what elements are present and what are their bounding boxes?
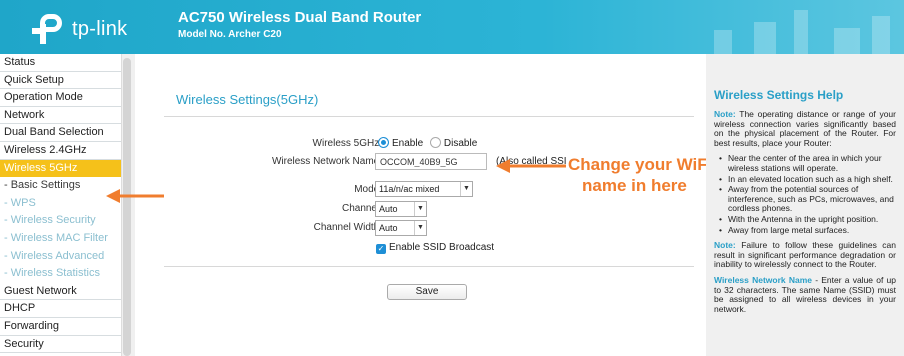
main-panel: Wireless Settings(5GHz) Wireless 5GHz: E… — [136, 54, 706, 356]
ssid-broadcast-row: ✓ Enable SSID Broadcast — [376, 242, 494, 254]
sidebar-item-security[interactable]: Security — [0, 336, 121, 354]
sidebar-item-dual-band-selection[interactable]: Dual Band Selection — [0, 124, 121, 142]
list-item: In an elevated location such as a high s… — [714, 174, 896, 185]
list-item: Away from large metal surfaces. — [714, 225, 896, 236]
sidebar-item-forwarding[interactable]: Forwarding — [0, 318, 121, 336]
channel-width-value: Auto — [379, 223, 398, 233]
enable-label: Enable — [392, 138, 424, 149]
annotation-text: Change your WiFi name in here — [568, 154, 712, 196]
sidebar-subitem-wps[interactable]: - WPS — [0, 195, 121, 213]
network-name-help-label: Wireless Network Name — [714, 274, 812, 285]
list-item: With the Antenna in the upright position… — [714, 214, 896, 225]
sidebar-item-wireless-24ghz[interactable]: Wireless 2.4GHz — [0, 142, 121, 160]
logo-text: tp-link — [72, 17, 128, 40]
header-decoration — [644, 0, 904, 54]
help-panel: Wireless Settings Help Note: The operati… — [706, 54, 904, 356]
chevron-down-icon: ▼ — [414, 202, 426, 216]
sidebar-item-guest-network[interactable]: Guest Network — [0, 283, 121, 301]
help-paragraph-2: Note: Failure to follow these guidelines… — [714, 240, 896, 270]
channel-value: Auto — [379, 204, 398, 214]
sidebar-subitem-wireless-statistics[interactable]: - Wireless Statistics — [0, 265, 121, 283]
header-bar: tp-link AC750 Wireless Dual Band Router … — [0, 0, 904, 54]
network-name-label: Wireless Network Name: — [271, 156, 382, 167]
list-item: Away from the potential sources of inter… — [714, 184, 896, 214]
channel-width-select[interactable]: Auto ▼ — [375, 220, 427, 236]
note-label: Note: — [714, 109, 736, 119]
sidebar-item-network[interactable]: Network — [0, 107, 121, 125]
divider-top — [164, 116, 694, 117]
help-paragraph-1: Note: The operating distance or range of… — [714, 109, 896, 148]
tp-link-logo-icon — [32, 14, 68, 44]
save-button[interactable]: Save — [387, 284, 467, 300]
sidebar-item-quick-setup[interactable]: Quick Setup — [0, 72, 121, 90]
sidebar-scrollbar-thumb[interactable] — [123, 58, 131, 356]
annotation-line-2: name in here — [582, 176, 687, 195]
disable-radio[interactable] — [429, 137, 441, 148]
router-title: AC750 Wireless Dual Band Router — [178, 9, 422, 26]
sidebar-item-dhcp[interactable]: DHCP — [0, 300, 121, 318]
enable-radio[interactable] — [378, 137, 389, 148]
chevron-down-icon: ▼ — [414, 221, 426, 235]
divider-bottom — [164, 266, 694, 267]
sidebar-item-wireless-5ghz[interactable]: Wireless 5GHz — [0, 159, 121, 178]
channel-select[interactable]: Auto ▼ — [375, 201, 427, 217]
mode-value: 11a/n/ac mixed — [379, 184, 440, 194]
sidebar-subitem-wireless-advanced[interactable]: - Wireless Advanced — [0, 248, 121, 266]
tp-link-logo[interactable]: tp-link — [32, 14, 127, 44]
help-text-1: The operating distance or range of your … — [714, 109, 896, 148]
mode-label: Mode: — [354, 184, 382, 195]
sidebar-subitem-basic-settings[interactable]: - Basic Settings — [0, 177, 121, 195]
channel-width-label: Channel Width: — [313, 222, 382, 233]
page-title: Wireless Settings(5GHz) — [176, 92, 319, 107]
network-name-input[interactable] — [375, 153, 487, 170]
sidebar-subitem-wireless-mac-filter[interactable]: - Wireless MAC Filter — [0, 230, 121, 248]
ssid-note: (Also called SSID) — [496, 156, 566, 167]
mode-select[interactable]: 11a/n/ac mixed ▼ — [375, 181, 473, 197]
annotation-line-1: Change your WiFi — [568, 155, 713, 174]
sidebar-item-status[interactable]: Status — [0, 54, 121, 72]
wireless-5ghz-label: Wireless 5GHz: — [312, 138, 382, 149]
chevron-down-icon: ▼ — [460, 182, 472, 196]
list-item: Near the center of the area in which you… — [714, 154, 896, 173]
enable-radio-group: Enable Disable — [378, 137, 477, 149]
help-placement-list: Near the center of the area in which you… — [714, 154, 896, 235]
help-title: Wireless Settings Help — [714, 88, 844, 102]
help-text-2: Failure to follow these guidelines can r… — [714, 240, 896, 270]
model-number: Model No. Archer C20 — [178, 29, 282, 40]
help-paragraph-3: Wireless Network Name - Enter a value of… — [714, 274, 896, 314]
sidebar-subitem-wireless-security[interactable]: - Wireless Security — [0, 212, 121, 230]
sidebar-menu: Status Quick Setup Operation Mode Networ… — [0, 54, 121, 356]
ssid-broadcast-checkbox[interactable]: ✓ — [376, 244, 386, 254]
ssid-broadcast-label: Enable SSID Broadcast — [389, 242, 495, 253]
note-label: Note: — [714, 240, 736, 251]
disable-label: Disable — [443, 138, 478, 149]
channel-label: Channel: — [341, 203, 382, 214]
sidebar-item-operation-mode[interactable]: Operation Mode — [0, 89, 121, 107]
